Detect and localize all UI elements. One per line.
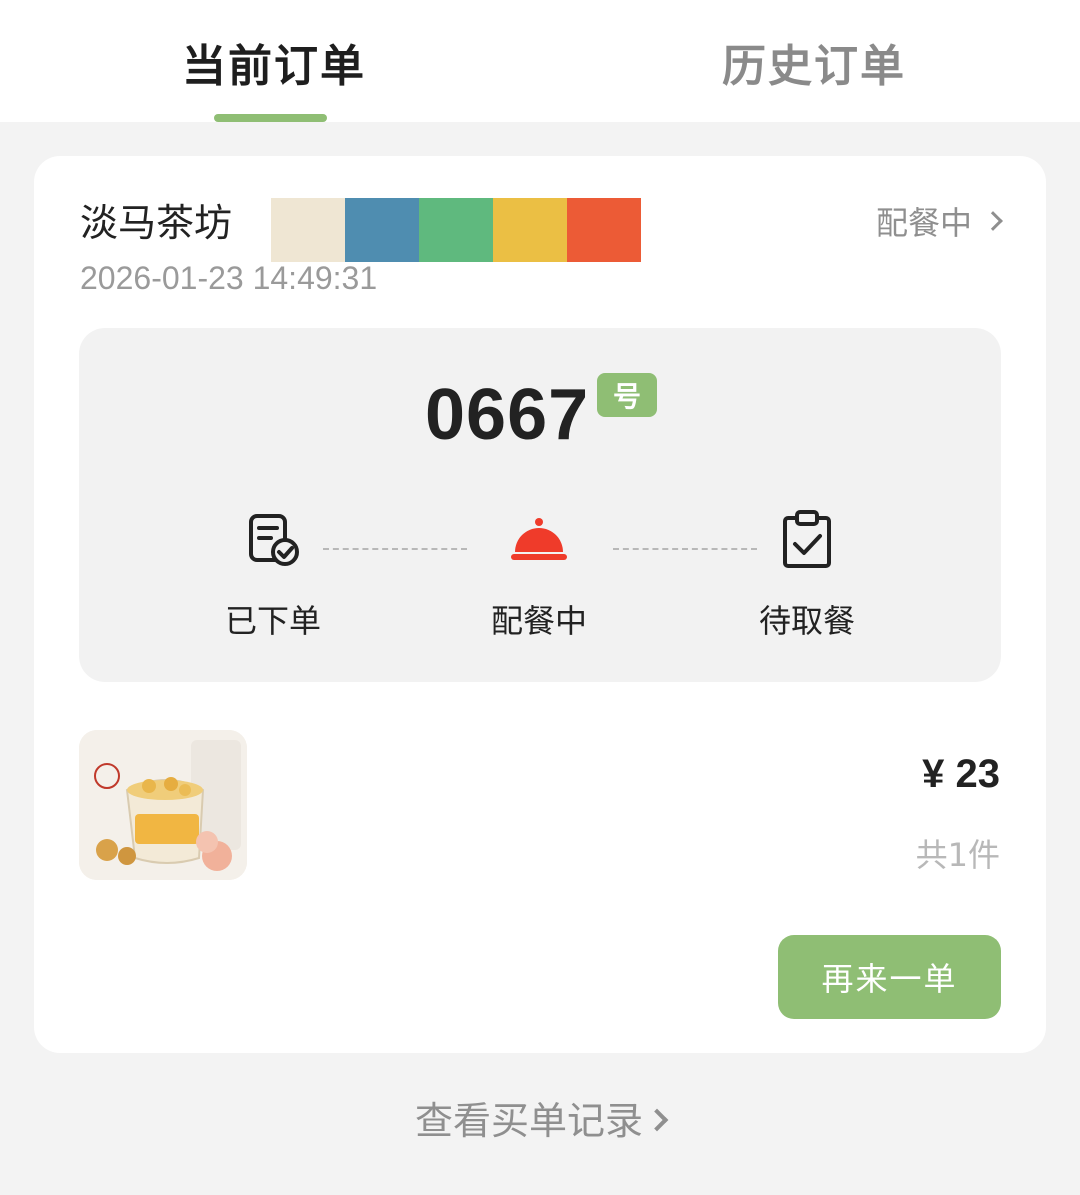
shop-name: 淡马茶坊 [80,201,233,245]
stripe-green [419,198,493,262]
order-price: ¥ 23 [922,752,1000,796]
order-status-text: 配餐中 [875,204,972,242]
stripe-yellow [493,198,567,262]
step-label: 已下单 [224,602,321,640]
step-ready-for-pickup: 待取餐 [732,508,882,642]
clipboard-check-icon [783,510,831,568]
product-image[interactable] [79,730,247,880]
active-tab-indicator [214,114,327,122]
step-order-placed: 已下单 [198,508,348,642]
product-photo [79,730,247,880]
reorder-button[interactable]: 再来一单 [778,935,1001,1019]
order-time: 2026-01-23 14:49:31 [80,260,378,296]
step-preparing: 配餐中 [464,508,614,642]
order-progress-panel: 0667 号 已下单 配餐中 待取餐 [79,328,1001,682]
order-status-link[interactable]: 配餐中 [875,198,1003,244]
food-cloche-icon [511,518,567,560]
brand-color-stripes [271,198,641,262]
number-badge: 号 [597,373,657,417]
tab-current-orders[interactable]: 当前订单 [182,30,366,94]
stripe-blue [345,198,419,262]
stripe-red [567,198,641,262]
view-records-link[interactable]: 查看买单记录 [0,1090,1080,1145]
order-card: 淡马茶坊 2026-01-23 14:49:31 配餐中 0667 号 已下单 [34,156,1046,1053]
stripe-cream [271,198,345,262]
pickup-number: 0667 [425,375,590,455]
view-records-label: 查看买单记录 [414,1099,643,1143]
chevron-right-icon [645,1108,669,1132]
tab-history-orders[interactable]: 历史订单 [722,30,906,94]
order-placed-icon [249,514,299,566]
step-label: 待取餐 [758,602,855,640]
order-tabs: 当前订单 历史订单 [0,0,1080,122]
chevron-right-icon [983,211,1003,231]
item-count: 共1件 [915,836,1000,874]
step-label: 配餐中 [490,602,587,640]
